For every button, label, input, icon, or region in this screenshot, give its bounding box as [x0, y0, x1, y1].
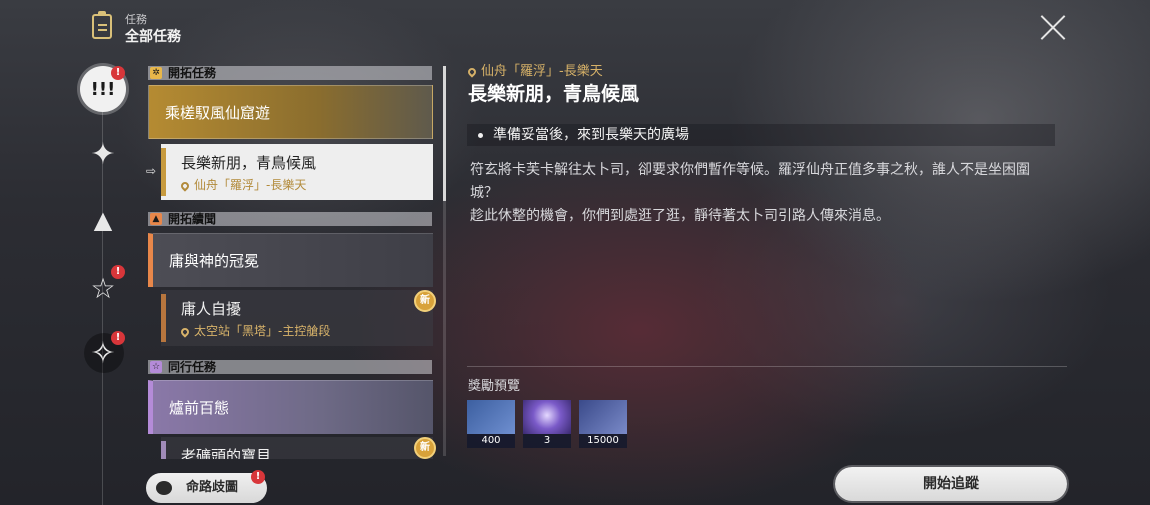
trailblaze-category-icon: ✲ [150, 67, 162, 79]
quest-location: 仙舟「羅浮」-長樂天 [179, 176, 307, 193]
quest-item[interactable]: 乘槎馭風仙窟遊 [148, 85, 433, 139]
reward-item[interactable]: 400 [467, 400, 515, 448]
quest-item[interactable]: 庸與神的冠冕 [148, 233, 433, 287]
quest-title: 庸人自擾 [181, 300, 242, 318]
quest-title: 乘槎馭風仙窟遊 [165, 104, 271, 122]
category-companion: ▲ 開拓續聞 [148, 212, 432, 226]
description-line: 符玄將卡芙卡解往太卜司，卻要求你們暫作等候。羅浮仙舟正值多事之秋，誰人不是坐困圍 [470, 162, 1030, 178]
rail-triangle[interactable]: ▲ [83, 200, 123, 240]
page-title: 全部任務 [125, 29, 181, 45]
description-line: 城？ [470, 185, 498, 201]
quest-item-selected[interactable]: 長樂新朋，青鳥候風 仙舟「羅浮」-長樂天 [161, 144, 433, 200]
detail-location: 仙舟「羅浮」-長樂天 [466, 60, 603, 79]
alert-badge: ! [111, 265, 125, 279]
new-badge: 新 [414, 437, 436, 459]
alert-badge: ! [111, 331, 125, 345]
rewards-label: 獎勵預覽 [468, 379, 521, 394]
alert-badge: ! [111, 66, 125, 80]
quest-item[interactable]: 爐前百態 [148, 380, 433, 434]
quest-title: 老礦頭的寶貝 [181, 447, 272, 459]
location-pin-icon [179, 180, 191, 192]
reward-item[interactable]: 15000 [579, 400, 627, 448]
path-map-icon [156, 481, 172, 495]
triangle-star-icon: ▲ [93, 206, 113, 234]
category-label: 同行任務 [168, 360, 217, 374]
quest-description: 符玄將卡芙卡解往太卜司，卻要求你們暫作等候。羅浮仙舟正值多事之秋，誰人不是坐困圍… [470, 159, 1060, 228]
alert-badge: ! [251, 470, 265, 484]
all-quests-icon: !!! [90, 78, 116, 100]
quest-item[interactable]: 庸人自擾 太空站「黑塔」-主控艙段 [161, 290, 433, 346]
quest-color-bar [161, 148, 166, 196]
quest-location-text: 太空站「黑塔」-主控艙段 [194, 324, 331, 338]
paths-map-label: 命路歧圖 [186, 480, 239, 495]
quest-detail-title: 長樂新朋，青鳥候風 [468, 83, 640, 105]
quest-log-icon [92, 11, 112, 39]
trailblaze-exp-icon [467, 400, 515, 434]
selected-arrow-icon: ⇨ [146, 164, 157, 178]
credit-icon [579, 400, 627, 434]
quest-color-bar [161, 294, 166, 342]
reward-qty: 3 [523, 434, 571, 448]
detail-location-text: 仙舟「羅浮」-長樂天 [481, 64, 603, 79]
quest-title: 庸與神的冠冕 [169, 252, 260, 270]
new-badge: 新 [414, 290, 436, 312]
close-icon[interactable] [1040, 14, 1067, 41]
quest-title: 長樂新朋，青鳥候風 [181, 154, 317, 172]
quest-color-bar [161, 441, 166, 459]
quest-item[interactable]: 老礦頭的寶貝 [161, 437, 433, 459]
reward-qty: 400 [467, 434, 515, 448]
start-tracking-button[interactable]: 開始追蹤 [835, 467, 1067, 501]
continuance-category-icon: ▲ [150, 213, 162, 225]
paths-map-button[interactable]: 命路歧圖 [146, 473, 267, 503]
divider [467, 366, 1067, 367]
companion-category-icon: ☆ [150, 361, 162, 373]
category-label: 開拓續聞 [168, 212, 217, 226]
reward-qty: 15000 [579, 434, 627, 448]
reward-item[interactable]: 3 [523, 400, 571, 448]
scrollbar-thumb[interactable] [443, 66, 446, 201]
rail-trailblaze[interactable]: ✦ [83, 134, 123, 174]
description-line: 趁此休整的機會，你們到處逛了逛，靜待著太卜司引路人傳來消息。 [470, 208, 890, 224]
trailblaze-star-icon: ✦ [90, 136, 116, 172]
category-companion-quests: ☆ 同行任務 [148, 360, 432, 374]
header-subtitle: 任務 [125, 13, 147, 26]
category-trailblaze: ✲ 開拓任務 [148, 66, 432, 80]
category-label: 開拓任務 [168, 66, 217, 80]
location-pin-icon [179, 326, 191, 338]
location-pin-icon [466, 66, 478, 78]
quest-objective: 準備妥當後，來到長樂天的廣場 [467, 124, 1055, 146]
quest-location-text: 仙舟「羅浮」-長樂天 [194, 178, 307, 192]
stellar-jade-icon [523, 400, 571, 434]
quest-title: 爐前百態 [169, 399, 230, 417]
quest-location: 太空站「黑塔」-主控艙段 [179, 322, 331, 339]
